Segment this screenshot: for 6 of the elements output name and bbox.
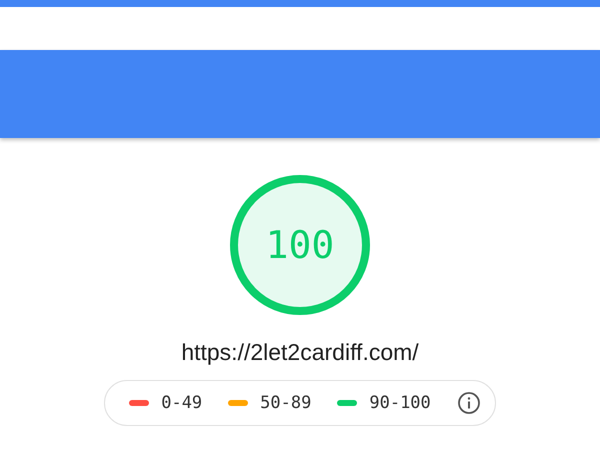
page-url: https://2let2cardiff.com/ bbox=[181, 339, 419, 366]
legend-range: 90-100 bbox=[369, 393, 431, 413]
info-icon[interactable] bbox=[456, 391, 481, 415]
legend-range: 0-49 bbox=[161, 393, 202, 413]
score-value: 100 bbox=[264, 223, 336, 267]
legend-range: 50-89 bbox=[260, 393, 312, 413]
